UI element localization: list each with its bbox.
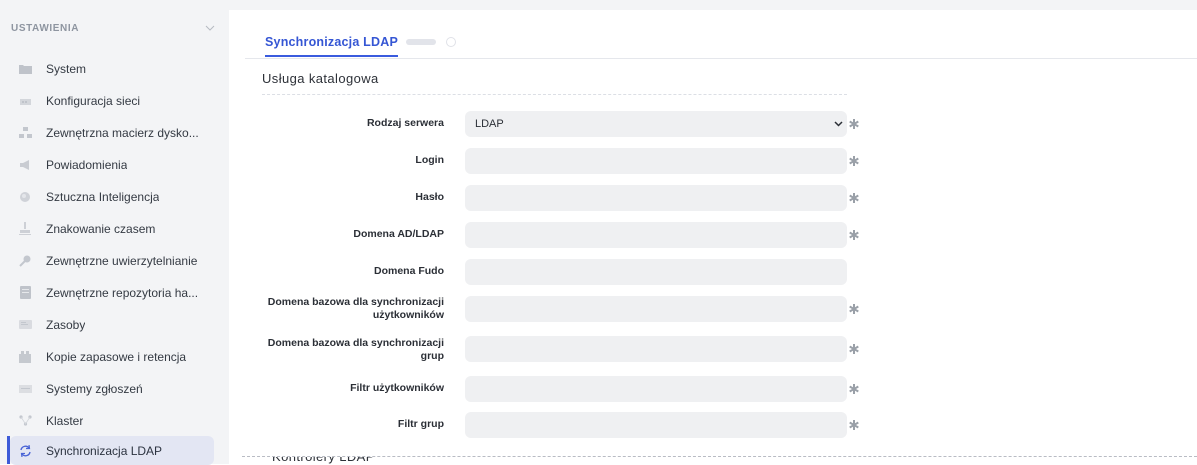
- login-input[interactable]: [465, 148, 847, 174]
- tab-placeholder: [406, 39, 436, 45]
- server-type-value: LDAP: [475, 118, 504, 130]
- form-row-user-base-domain: Domena bazowa dla synchronizacji użytkow…: [229, 296, 1197, 322]
- sidebar-item-label: Zewnętrzne repozytoria ha...: [46, 285, 199, 300]
- storage-icon: [18, 126, 32, 140]
- sidebar-header[interactable]: USTAWIENIA: [10, 14, 215, 42]
- key-icon: [18, 254, 32, 268]
- user-base-domain-label-line2: użytkowników: [372, 309, 444, 321]
- required-asterisk-icon: [849, 230, 859, 240]
- required-asterisk-icon: [849, 304, 859, 314]
- sidebar-item-label: System: [46, 61, 87, 76]
- backup-icon: [18, 350, 32, 364]
- form-row-password: Hasło: [229, 185, 1197, 211]
- resources-icon: [18, 318, 32, 332]
- sidebar-title: USTAWIENIA: [11, 22, 80, 34]
- sidebar-item-label: Konfiguracja sieci: [46, 93, 141, 108]
- brain-icon: [18, 190, 32, 204]
- sidebar-item-label: Kopie zapasowe i retencja: [46, 349, 187, 364]
- sidebar-item-label: Zasoby: [46, 317, 86, 332]
- section-title: Usługa katalogowa: [262, 71, 847, 95]
- folder-icon: [18, 62, 32, 76]
- sidebar-item-backups[interactable]: Kopie zapasowe i retencja: [10, 342, 214, 371]
- server-type-label: Rodzaj serwera: [366, 117, 444, 129]
- required-asterisk-icon: [849, 384, 859, 394]
- form-row-group-base-domain: Domena bazowa dla synchronizacji grup: [229, 336, 1197, 362]
- sidebar-item-resources[interactable]: Zasoby: [10, 310, 214, 339]
- sidebar-item-ai[interactable]: Sztuczna Inteligencja: [10, 182, 214, 211]
- sidebar-item-storage[interactable]: Zewnętrzna macierz dysko...: [10, 118, 214, 147]
- group-filter-label: Filtr grup: [397, 418, 444, 430]
- group-base-domain-label: Domena bazowa dla synchronizacji grup: [214, 337, 444, 363]
- form-row-user-filter: Filtr użytkowników: [229, 376, 1197, 402]
- sidebar-item-label: Zewnętrzna macierz dysko...: [46, 125, 199, 140]
- tickets-icon: [18, 382, 32, 396]
- form-row-fudo-domain: Domena Fudo: [229, 259, 1197, 285]
- fudo-domain-label: Domena Fudo: [374, 265, 444, 277]
- cluster-icon: [18, 414, 32, 428]
- form-row-group-filter: Filtr grup: [229, 412, 1197, 438]
- sidebar-item-network[interactable]: Konfiguracja sieci: [10, 86, 214, 115]
- sidebar-item-ldap-sync[interactable]: Synchronizacja LDAP: [10, 436, 214, 465]
- sidebar-item-external-auth[interactable]: Zewnętrzne uwierzytelnianie: [10, 246, 214, 275]
- sidebar-item-label: Znakowanie czasem: [46, 221, 156, 236]
- form-row-ad-domain: Domena AD/LDAP: [229, 222, 1197, 248]
- sidebar-item-label: Klaster: [46, 413, 84, 428]
- megaphone-icon: [18, 158, 32, 172]
- sidebar-item-ticket-systems[interactable]: Systemy zgłoszeń: [10, 374, 214, 403]
- top-strip: [229, 0, 1197, 10]
- tab-ldap-sync[interactable]: Synchronizacja LDAP: [265, 35, 398, 57]
- tab-divider: [245, 58, 1197, 59]
- login-label: Login: [415, 154, 444, 166]
- server-type-select[interactable]: LDAP: [465, 111, 847, 137]
- required-asterisk-icon: [849, 119, 859, 129]
- user-filter-label: Filtr użytkowników: [350, 382, 444, 394]
- stamp-icon: [18, 222, 32, 236]
- group-base-domain-label-line2: grup: [420, 350, 444, 362]
- sidebar-item-label: Powiadomienia: [46, 157, 128, 172]
- group-filter-input[interactable]: [465, 412, 847, 438]
- chevron-down-icon: [834, 121, 843, 127]
- sidebar-item-cluster[interactable]: Klaster: [10, 406, 214, 435]
- user-filter-input[interactable]: [465, 376, 847, 402]
- main-content: Synchronizacja LDAP Usługa katalogowa Ro…: [229, 0, 1197, 464]
- vault-icon: [18, 286, 32, 300]
- ad-domain-input[interactable]: [465, 222, 847, 248]
- required-asterisk-icon: [849, 193, 859, 203]
- sidebar-item-external-vaults[interactable]: Zewnętrzne repozytoria ha...: [10, 278, 214, 307]
- sidebar-item-label: Sztuczna Inteligencja: [46, 189, 160, 204]
- chevron-down-icon[interactable]: [205, 23, 215, 33]
- sidebar-item-system[interactable]: System: [10, 54, 214, 83]
- user-base-domain-input[interactable]: [465, 296, 847, 322]
- sidebar-item-label: Zewnętrzne uwierzytelnianie: [46, 253, 198, 268]
- password-input[interactable]: [465, 185, 847, 211]
- ldap-controllers-title: Kontrolery LDAP: [272, 456, 375, 464]
- group-base-domain-label-line1: Domena bazowa dla synchronizacji: [267, 337, 444, 349]
- sidebar-item-label: Synchronizacja LDAP: [46, 443, 163, 458]
- tab-bar: Synchronizacja LDAP: [265, 33, 456, 59]
- tab-placeholder-icon: [446, 37, 456, 47]
- required-asterisk-icon: [849, 420, 859, 430]
- network-icon: [18, 94, 32, 108]
- form-row-login: Login: [229, 148, 1197, 174]
- user-base-domain-label: Domena bazowa dla synchronizacji użytkow…: [214, 296, 444, 322]
- required-asterisk-icon: [849, 156, 859, 166]
- user-base-domain-label-line1: Domena bazowa dla synchronizacji: [267, 296, 444, 308]
- password-label: Hasło: [415, 191, 444, 203]
- sync-icon: [18, 444, 32, 458]
- settings-sidebar: USTAWIENIA System Konfiguracja sieci Zew…: [0, 0, 229, 465]
- required-asterisk-icon: [849, 344, 859, 354]
- fudo-domain-input[interactable]: [465, 259, 847, 285]
- sidebar-item-label: Systemy zgłoszeń: [46, 381, 143, 396]
- group-base-domain-input[interactable]: [465, 336, 847, 362]
- form-row-server-type: Rodzaj serwera LDAP: [229, 111, 1197, 137]
- ad-domain-label: Domena AD/LDAP: [353, 228, 444, 240]
- sidebar-item-notifications[interactable]: Powiadomienia: [10, 150, 214, 179]
- sidebar-item-timestamping[interactable]: Znakowanie czasem: [10, 214, 214, 243]
